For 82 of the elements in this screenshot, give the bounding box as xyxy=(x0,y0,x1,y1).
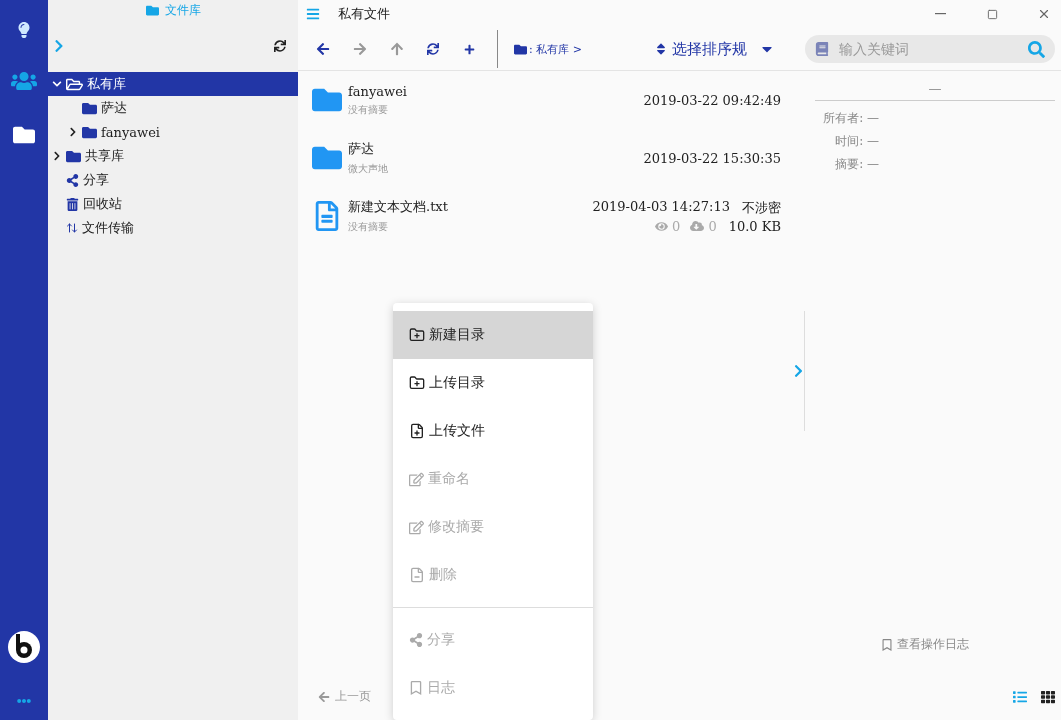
chevron-right-icon[interactable] xyxy=(52,151,62,161)
file-summary: 没有摘要 xyxy=(348,102,389,117)
tree-item[interactable]: 回收站 xyxy=(48,192,298,216)
tree-item[interactable]: 分享 xyxy=(48,168,298,192)
plus-icon xyxy=(464,43,475,55)
edit-icon xyxy=(409,471,424,487)
share-icon xyxy=(409,633,423,647)
grid-icon xyxy=(1041,690,1055,704)
folder-icon xyxy=(145,3,159,17)
search-field[interactable]: 输入关键词 xyxy=(805,35,1055,63)
collapse-handle[interactable] xyxy=(793,311,805,431)
view-count: 0 xyxy=(672,218,681,234)
list-icon xyxy=(1013,690,1027,704)
up-down-arrow-icon xyxy=(66,222,78,234)
refresh-icon xyxy=(427,43,439,55)
bookmark-icon xyxy=(881,638,893,651)
refresh-icon[interactable] xyxy=(274,40,286,52)
file-row[interactable]: fanyawei 没有摘要 2019-03-22 09:42:49 xyxy=(312,71,781,129)
detail-field: 时间: — xyxy=(815,135,879,147)
log-link[interactable]: 查看操作日志 xyxy=(875,635,975,654)
folder-icon xyxy=(514,42,527,56)
file-row[interactable]: 新建文本文档.txt 没有摘要 2019-04-03 14:27:13 不涉密 0 0 10.0 KB xyxy=(312,187,781,245)
left-arrow-icon xyxy=(316,42,330,56)
detail-field: 摘要: — xyxy=(815,158,879,170)
menu-item[interactable]: 上传目录 xyxy=(393,359,593,407)
sort-dropdown[interactable]: 选择排序规 xyxy=(648,38,781,60)
book-icon xyxy=(815,42,829,56)
search-icon[interactable] xyxy=(1028,40,1045,58)
bookmark-icon xyxy=(409,681,423,695)
file-summary: 没有摘要 xyxy=(348,220,389,234)
file-time: 2019-03-22 09:42:49 xyxy=(643,92,781,108)
file-name: 萨达 xyxy=(348,140,375,158)
tree-item[interactable]: 萨达 xyxy=(48,96,298,120)
folder-plus-icon xyxy=(409,375,425,391)
menu-icon[interactable] xyxy=(306,7,320,21)
edit-icon xyxy=(409,519,424,535)
list-view-button[interactable] xyxy=(1013,690,1027,704)
chevron-right-icon[interactable] xyxy=(68,127,78,137)
left-arrow-icon xyxy=(318,690,330,703)
detail-field: 所有者: — xyxy=(815,112,879,124)
minimize-icon xyxy=(934,13,946,15)
trash-icon xyxy=(66,197,79,211)
file-plus-icon xyxy=(409,423,425,439)
bulb-icon[interactable] xyxy=(16,22,32,38)
folder-plus-icon xyxy=(409,327,425,343)
download-count: 0 xyxy=(708,218,717,234)
window-title: 私有文件 xyxy=(338,5,391,23)
chevron-down-icon[interactable] xyxy=(52,79,62,89)
sidebar-title: 文件库 xyxy=(164,1,201,19)
file-minus-icon xyxy=(409,567,425,583)
share-icon xyxy=(66,173,79,187)
up-arrow-icon xyxy=(390,42,404,56)
file-size: 10.0 KB xyxy=(728,218,781,234)
menu-item[interactable]: 新建目录 xyxy=(393,311,593,359)
file-time: 2019-04-03 14:27:13 xyxy=(592,198,730,216)
sort-icon xyxy=(654,42,668,56)
file-time: 2019-03-22 15:30:35 xyxy=(643,150,781,166)
file-summary: 微大声地 xyxy=(348,162,389,176)
search-input[interactable]: 输入关键词 xyxy=(837,40,1020,58)
secrecy-label: 不涉密 xyxy=(742,198,781,217)
file-name: 新建文本文档.txt xyxy=(348,198,449,216)
folder-icon xyxy=(82,124,97,140)
detail-title: — xyxy=(815,77,1055,101)
chevron-right-icon xyxy=(793,364,804,378)
tree-item[interactable]: 共享库 xyxy=(48,144,298,168)
tree-item[interactable]: fanyawei xyxy=(48,120,298,144)
grid-view-button[interactable] xyxy=(1041,690,1055,704)
logo-icon xyxy=(7,630,41,664)
eye-icon xyxy=(655,219,669,233)
close-icon xyxy=(1037,7,1051,21)
tree-item[interactable]: 私有库 xyxy=(48,72,298,96)
breadcrumb[interactable]: : 私有库 > xyxy=(529,41,582,57)
right-arrow-icon xyxy=(353,42,367,56)
folder-icon xyxy=(82,100,97,116)
maximize-icon xyxy=(986,8,998,20)
tree-item[interactable]: 文件传输 xyxy=(48,216,298,240)
cloud-download-icon xyxy=(690,219,705,233)
file-row[interactable]: 萨达 微大声地 2019-03-22 15:30:35 xyxy=(312,129,781,187)
folder-icon xyxy=(66,148,81,164)
file-name: fanyawei xyxy=(348,83,408,99)
menu-item[interactable]: 上传文件 xyxy=(393,407,593,455)
folder-icon[interactable] xyxy=(13,124,35,146)
